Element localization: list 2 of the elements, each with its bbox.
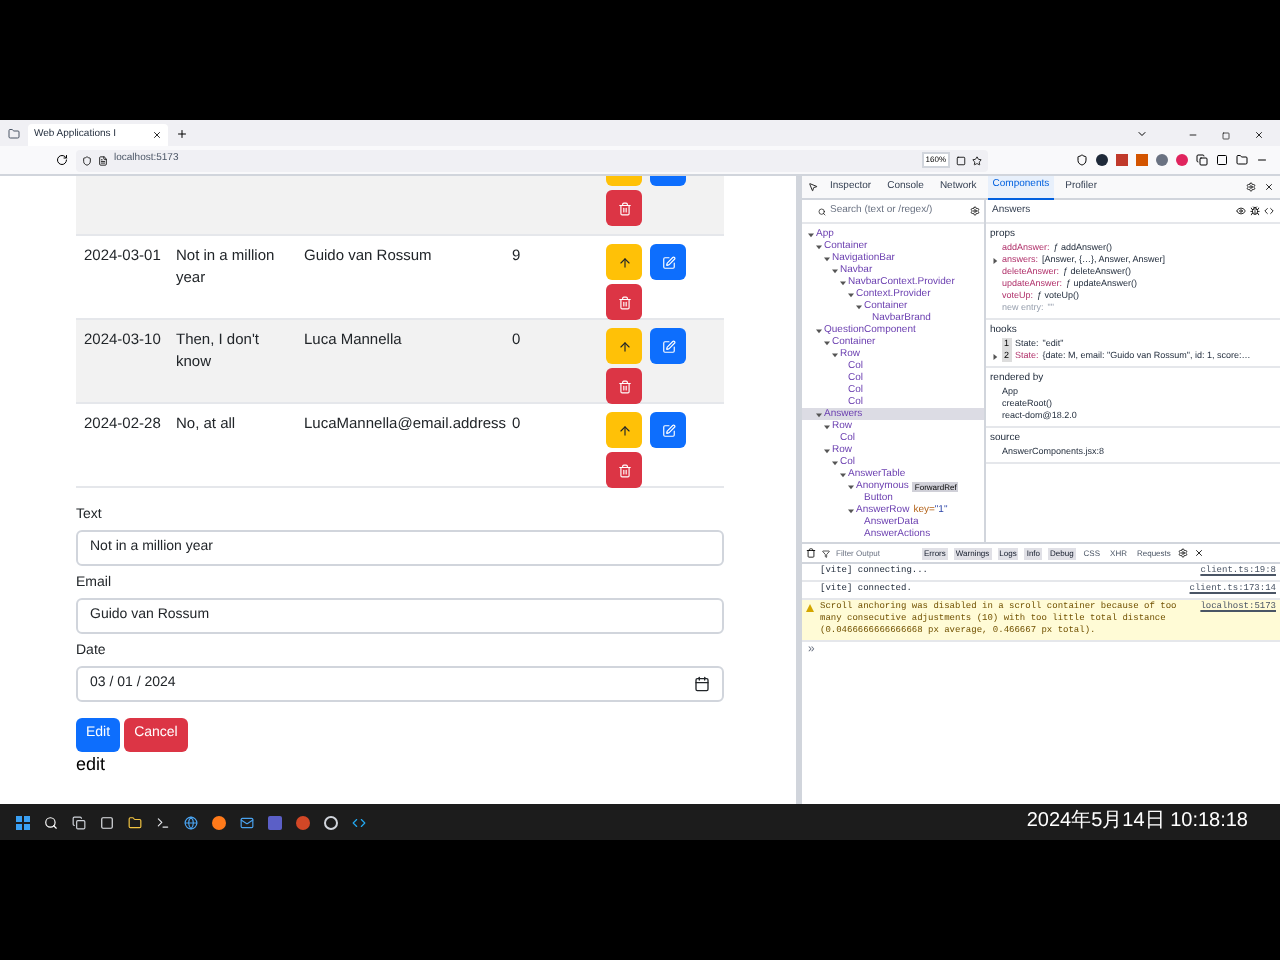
- mode-text: edit: [76, 754, 108, 776]
- clock[interactable]: 2024年5月14日 10:18:18: [1026, 810, 1248, 834]
